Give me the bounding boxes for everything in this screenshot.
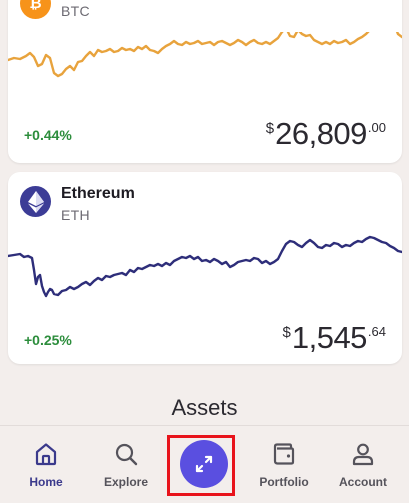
eth-sparkline bbox=[8, 235, 402, 298]
price-change: +0.44% bbox=[24, 127, 72, 143]
coin-name: Ethereum bbox=[61, 185, 135, 202]
nav-account-label: Account bbox=[339, 475, 387, 489]
nav-account[interactable]: Account bbox=[323, 441, 403, 501]
nav-portfolio-label: Portfolio bbox=[259, 475, 309, 489]
price-cents: .64 bbox=[367, 324, 386, 339]
price-main: 1,545 bbox=[291, 320, 368, 355]
user-icon bbox=[352, 443, 374, 466]
price-currency: $ bbox=[282, 324, 291, 341]
price-change: +0.25% bbox=[24, 332, 72, 348]
asset-card-eth[interactable]: Ethereum ETH +0.25% $ 1,545 .64 bbox=[8, 172, 402, 364]
nav-home-label: Home bbox=[29, 475, 63, 489]
coin-symbol: ETH bbox=[61, 207, 90, 223]
btc-sparkline bbox=[8, 32, 402, 78]
assets-section-title: Assets bbox=[171, 395, 238, 420]
nav-portfolio[interactable]: Portfolio bbox=[244, 441, 324, 501]
coin-symbol: BTC bbox=[61, 3, 90, 19]
price-main: 26,809 bbox=[275, 116, 367, 151]
price-cents: .00 bbox=[367, 120, 386, 135]
bitcoin-icon: ₿ bbox=[20, 0, 51, 19]
nav-explore[interactable]: Explore bbox=[86, 441, 166, 501]
asset-card-btc[interactable]: ₿ BTC +0.44% $ 26,809 .00 bbox=[8, 0, 402, 163]
screen: ₿ BTC +0.44% $ 26,809 .00 Ethereum ETH +… bbox=[0, 0, 409, 503]
ethereum-diamond-icon bbox=[27, 190, 44, 213]
price: $ 26,809 .00 bbox=[266, 118, 386, 149]
bitcoin-glyph: ₿ bbox=[29, 0, 42, 12]
highlight-box bbox=[167, 435, 235, 496]
nav-explore-label: Explore bbox=[103, 475, 148, 489]
home-icon bbox=[35, 443, 57, 466]
ethereum-icon bbox=[20, 186, 51, 217]
price: $ 1,545 .64 bbox=[283, 322, 387, 353]
nav-home[interactable]: Home bbox=[6, 441, 86, 501]
search-icon bbox=[115, 443, 138, 466]
wallet-icon bbox=[273, 443, 295, 465]
price-currency: $ bbox=[265, 120, 275, 137]
